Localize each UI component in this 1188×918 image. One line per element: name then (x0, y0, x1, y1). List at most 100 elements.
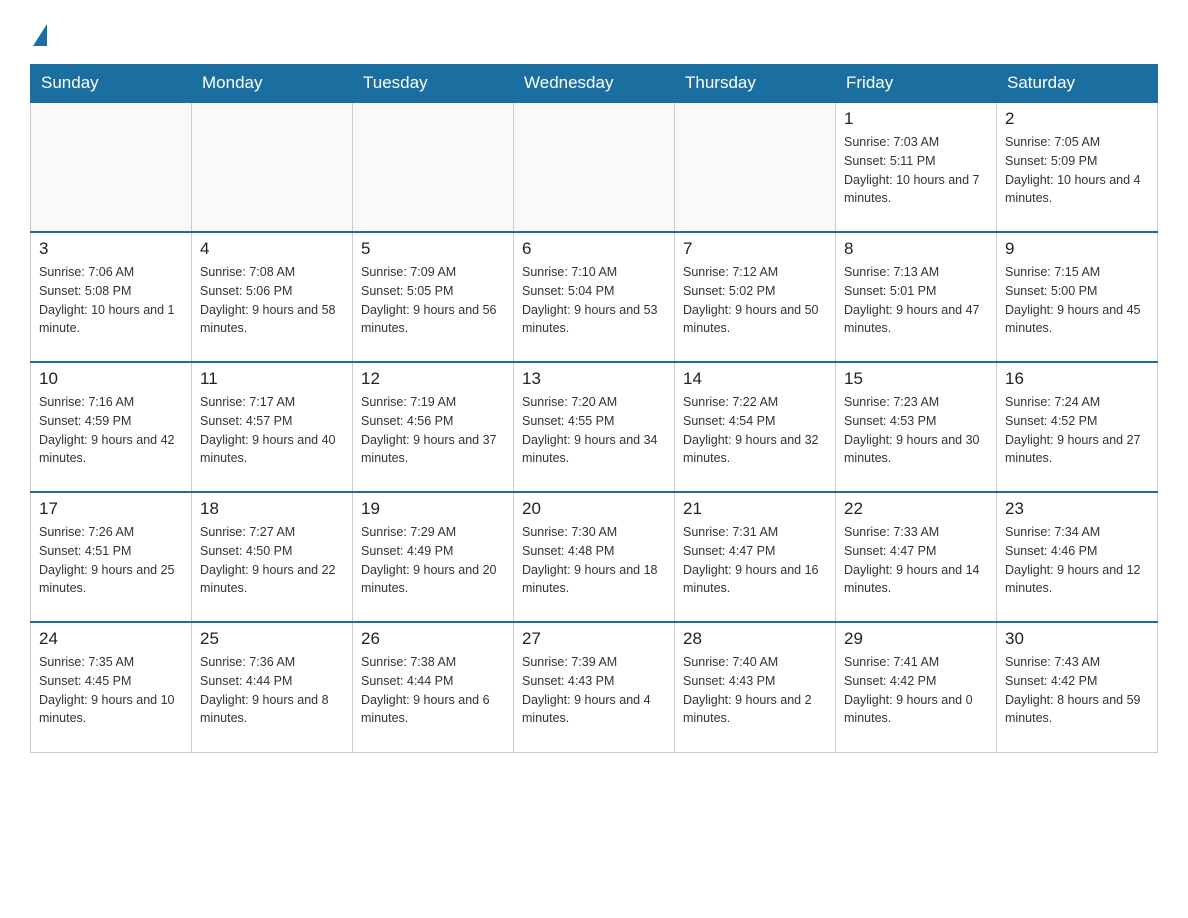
day-number: 19 (361, 499, 505, 519)
calendar-cell: 2 Sunrise: 7:05 AMSunset: 5:09 PMDaylight… (997, 102, 1158, 232)
header (30, 20, 1158, 46)
day-number: 5 (361, 239, 505, 259)
day-number: 26 (361, 629, 505, 649)
day-number: 9 (1005, 239, 1149, 259)
day-of-week-header: Sunday (31, 65, 192, 103)
day-number: 4 (200, 239, 344, 259)
day-number: 23 (1005, 499, 1149, 519)
calendar-week-row: 24 Sunrise: 7:35 AMSunset: 4:45 PMDayligh… (31, 622, 1158, 752)
day-number: 14 (683, 369, 827, 389)
calendar-cell (353, 102, 514, 232)
day-number: 30 (1005, 629, 1149, 649)
day-info: Sunrise: 7:17 AMSunset: 4:57 PMDaylight:… (200, 393, 344, 468)
day-number: 13 (522, 369, 666, 389)
calendar-cell: 1 Sunrise: 7:03 AMSunset: 5:11 PMDaylight… (836, 102, 997, 232)
calendar-cell: 30 Sunrise: 7:43 AMSunset: 4:42 PMDayligh… (997, 622, 1158, 752)
calendar-cell: 6Sunrise: 7:10 AMSunset: 5:04 PMDaylight… (514, 232, 675, 362)
calendar-cell: 8 Sunrise: 7:13 AMSunset: 5:01 PMDaylight… (836, 232, 997, 362)
calendar-cell (31, 102, 192, 232)
calendar-cell (675, 102, 836, 232)
day-info: Sunrise: 7:36 AMSunset: 4:44 PMDaylight:… (200, 653, 344, 728)
calendar-cell: 16 Sunrise: 7:24 AMSunset: 4:52 PMDayligh… (997, 362, 1158, 492)
calendar-cell: 27 Sunrise: 7:39 AMSunset: 4:43 PMDayligh… (514, 622, 675, 752)
day-info: Sunrise: 7:26 AMSunset: 4:51 PMDaylight:… (39, 523, 183, 598)
calendar-cell: 28 Sunrise: 7:40 AMSunset: 4:43 PMDayligh… (675, 622, 836, 752)
day-of-week-header: Wednesday (514, 65, 675, 103)
calendar-cell: 13 Sunrise: 7:20 AMSunset: 4:55 PMDayligh… (514, 362, 675, 492)
day-number: 16 (1005, 369, 1149, 389)
day-of-week-header: Friday (836, 65, 997, 103)
day-info: Sunrise: 7:16 AMSunset: 4:59 PMDaylight:… (39, 393, 183, 468)
day-info: Sunrise: 7:33 AMSunset: 4:47 PMDaylight:… (844, 523, 988, 598)
day-info: Sunrise: 7:39 AMSunset: 4:43 PMDaylight:… (522, 653, 666, 728)
day-info: Sunrise: 7:29 AMSunset: 4:49 PMDaylight:… (361, 523, 505, 598)
day-info: Sunrise: 7:12 AMSunset: 5:02 PMDaylight:… (683, 263, 827, 338)
calendar-cell: 18 Sunrise: 7:27 AMSunset: 4:50 PMDayligh… (192, 492, 353, 622)
day-info: Sunrise: 7:15 AMSunset: 5:00 PMDaylight:… (1005, 263, 1149, 338)
calendar-cell: 15 Sunrise: 7:23 AMSunset: 4:53 PMDayligh… (836, 362, 997, 492)
day-number: 21 (683, 499, 827, 519)
calendar-cell: 22 Sunrise: 7:33 AMSunset: 4:47 PMDayligh… (836, 492, 997, 622)
day-info: Sunrise: 7:08 AMSunset: 5:06 PMDaylight:… (200, 263, 344, 338)
day-info: Sunrise: 7:35 AMSunset: 4:45 PMDaylight:… (39, 653, 183, 728)
day-info: Sunrise: 7:24 AMSunset: 4:52 PMDaylight:… (1005, 393, 1149, 468)
day-number: 18 (200, 499, 344, 519)
calendar-week-row: 10 Sunrise: 7:16 AMSunset: 4:59 PMDayligh… (31, 362, 1158, 492)
day-info: Sunrise: 7:41 AMSunset: 4:42 PMDaylight:… (844, 653, 988, 728)
day-number: 3 (39, 239, 183, 259)
calendar-cell: 24 Sunrise: 7:35 AMSunset: 4:45 PMDayligh… (31, 622, 192, 752)
calendar-table: SundayMondayTuesdayWednesdayThursdayFrid… (30, 64, 1158, 753)
day-number: 22 (844, 499, 988, 519)
day-info: Sunrise: 7:31 AMSunset: 4:47 PMDaylight:… (683, 523, 827, 598)
calendar-cell: 12Sunrise: 7:19 AMSunset: 4:56 PMDayligh… (353, 362, 514, 492)
day-number: 17 (39, 499, 183, 519)
day-info: Sunrise: 7:43 AMSunset: 4:42 PMDaylight:… (1005, 653, 1149, 728)
day-info: Sunrise: 7:20 AMSunset: 4:55 PMDaylight:… (522, 393, 666, 468)
calendar-cell: 11 Sunrise: 7:17 AMSunset: 4:57 PMDayligh… (192, 362, 353, 492)
day-number: 28 (683, 629, 827, 649)
calendar-cell: 29Sunrise: 7:41 AMSunset: 4:42 PMDayligh… (836, 622, 997, 752)
day-number: 24 (39, 629, 183, 649)
calendar-cell: 4 Sunrise: 7:08 AMSunset: 5:06 PMDaylight… (192, 232, 353, 362)
day-info: Sunrise: 7:23 AMSunset: 4:53 PMDaylight:… (844, 393, 988, 468)
day-info: Sunrise: 7:09 AMSunset: 5:05 PMDaylight:… (361, 263, 505, 338)
day-info: Sunrise: 7:40 AMSunset: 4:43 PMDaylight:… (683, 653, 827, 728)
calendar-cell: 10 Sunrise: 7:16 AMSunset: 4:59 PMDayligh… (31, 362, 192, 492)
day-info: Sunrise: 7:34 AMSunset: 4:46 PMDaylight:… (1005, 523, 1149, 598)
day-number: 11 (200, 369, 344, 389)
day-of-week-header: Tuesday (353, 65, 514, 103)
day-info: Sunrise: 7:05 AMSunset: 5:09 PMDaylight:… (1005, 133, 1149, 208)
day-number: 7 (683, 239, 827, 259)
calendar-week-row: 1 Sunrise: 7:03 AMSunset: 5:11 PMDaylight… (31, 102, 1158, 232)
day-info: Sunrise: 7:13 AMSunset: 5:01 PMDaylight:… (844, 263, 988, 338)
day-info: Sunrise: 7:38 AMSunset: 4:44 PMDaylight:… (361, 653, 505, 728)
day-of-week-header: Thursday (675, 65, 836, 103)
day-number: 12 (361, 369, 505, 389)
day-number: 10 (39, 369, 183, 389)
calendar-week-row: 17 Sunrise: 7:26 AMSunset: 4:51 PMDayligh… (31, 492, 1158, 622)
day-number: 15 (844, 369, 988, 389)
calendar-week-row: 3 Sunrise: 7:06 AMSunset: 5:08 PMDaylight… (31, 232, 1158, 362)
logo (30, 20, 47, 46)
day-number: 1 (844, 109, 988, 129)
day-number: 8 (844, 239, 988, 259)
calendar-cell: 19 Sunrise: 7:29 AMSunset: 4:49 PMDayligh… (353, 492, 514, 622)
calendar-cell: 25 Sunrise: 7:36 AMSunset: 4:44 PMDayligh… (192, 622, 353, 752)
day-of-week-header: Monday (192, 65, 353, 103)
day-info: Sunrise: 7:06 AMSunset: 5:08 PMDaylight:… (39, 263, 183, 338)
calendar-cell (192, 102, 353, 232)
calendar-cell: 23 Sunrise: 7:34 AMSunset: 4:46 PMDayligh… (997, 492, 1158, 622)
logo-triangle-icon (33, 24, 47, 46)
day-info: Sunrise: 7:27 AMSunset: 4:50 PMDaylight:… (200, 523, 344, 598)
calendar-cell: 20Sunrise: 7:30 AMSunset: 4:48 PMDayligh… (514, 492, 675, 622)
day-number: 2 (1005, 109, 1149, 129)
day-info: Sunrise: 7:03 AMSunset: 5:11 PMDaylight:… (844, 133, 988, 208)
calendar-cell: 7 Sunrise: 7:12 AMSunset: 5:02 PMDaylight… (675, 232, 836, 362)
day-info: Sunrise: 7:10 AMSunset: 5:04 PMDaylight:… (522, 263, 666, 338)
day-number: 27 (522, 629, 666, 649)
day-number: 25 (200, 629, 344, 649)
calendar-cell: 9 Sunrise: 7:15 AMSunset: 5:00 PMDaylight… (997, 232, 1158, 362)
day-info: Sunrise: 7:30 AMSunset: 4:48 PMDaylight:… (522, 523, 666, 598)
calendar-cell: 5 Sunrise: 7:09 AMSunset: 5:05 PMDaylight… (353, 232, 514, 362)
day-of-week-header: Saturday (997, 65, 1158, 103)
